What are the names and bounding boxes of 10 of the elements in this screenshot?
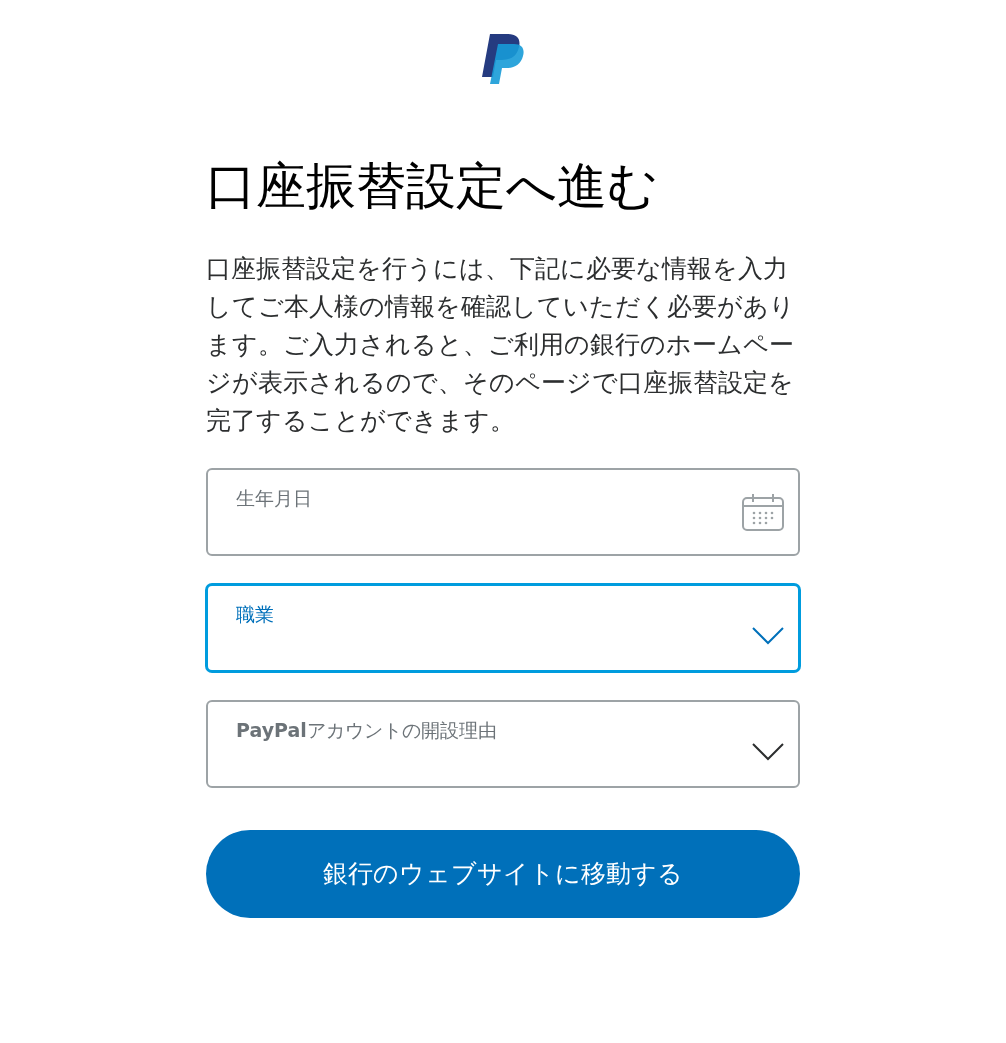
calendar-icon [742, 493, 784, 531]
page-title: 口座振替設定へ進む [206, 156, 659, 216]
chevron-down-icon [752, 627, 784, 645]
description-text: 口座振替設定を行うには、下記に必要な情報を入力してご本人様の情報を確認していただく必要があります。ご入力されると、ご利用の銀行のホームページが表示されるので、そのページで口座振替設定を完了することができます。 [206, 253, 796, 437]
select-field[interactable]: 職業 [206, 584, 800, 672]
logo-icon [480, 32, 526, 86]
date-field[interactable]: 生年月日 [206, 468, 800, 556]
select-field[interactable]: PayPalアカウントの開設理由 [206, 700, 800, 788]
chevron-down-icon [752, 743, 784, 761]
submit-button[interactable]: 銀行のウェブサイトに移動する [206, 830, 800, 918]
